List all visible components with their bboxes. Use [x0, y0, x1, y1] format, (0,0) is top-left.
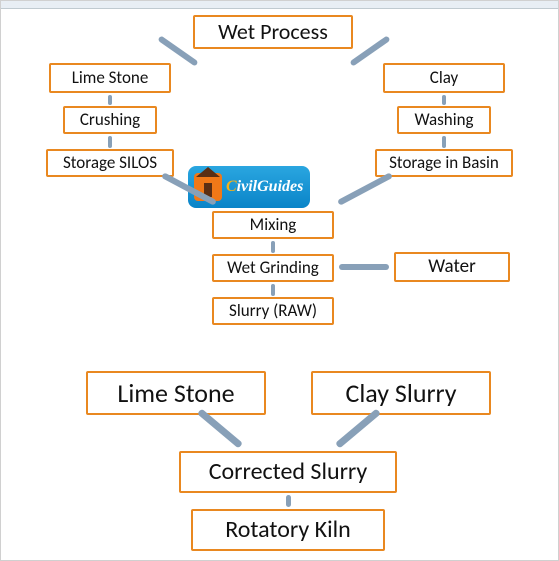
crushing-text: Crushing — [80, 111, 140, 130]
lime-stone-text: Lime Stone — [72, 69, 149, 88]
crushing-box: Crushing — [63, 106, 157, 134]
connector — [442, 95, 446, 105]
washing-text: Washing — [414, 111, 473, 130]
title-text: Wet Process — [218, 20, 328, 44]
mixing-text: Mixing — [250, 216, 297, 235]
connector — [442, 136, 446, 148]
connector — [271, 241, 275, 253]
washing-box: Washing — [397, 106, 491, 134]
rotatory-kiln-box: Rotatory Kiln — [191, 509, 385, 551]
lime-stone-large-text: Lime Stone — [117, 379, 234, 408]
clay-box: Clay — [383, 63, 505, 93]
water-text: Water — [428, 257, 475, 278]
corrected-slurry-text: Corrected Slurry — [209, 459, 368, 485]
water-box: Water — [394, 252, 510, 282]
rotatory-kiln-text: Rotatory Kiln — [225, 517, 351, 543]
clay-slurry-box: Clay Slurry — [311, 371, 491, 415]
connector — [339, 264, 389, 270]
connector — [337, 172, 393, 205]
clay-text: Clay — [430, 69, 459, 88]
wet-grinding-box: Wet Grinding — [212, 254, 334, 282]
lime-stone-box: Lime Stone — [49, 63, 171, 93]
storage-basin-box: Storage in Basin — [375, 149, 513, 177]
logo-text: CivilGuides — [226, 178, 303, 196]
storage-silos-box: Storage SILOS — [46, 149, 174, 177]
connector — [271, 284, 275, 296]
connector — [349, 35, 390, 66]
mixing-box: Mixing — [212, 211, 334, 239]
slurry-raw-box: Slurry (RAW) — [212, 297, 334, 325]
storage-basin-text: Storage in Basin — [389, 154, 499, 173]
title-box: Wet Process — [193, 15, 353, 49]
connector — [108, 95, 112, 105]
storage-silos-text: Storage SILOS — [63, 154, 157, 173]
lime-stone-large-box: Lime Stone — [86, 371, 266, 415]
clay-slurry-text: Clay Slurry — [345, 379, 456, 408]
connector — [286, 495, 291, 507]
slurry-raw-text: Slurry (RAW) — [229, 302, 317, 321]
corrected-slurry-box: Corrected Slurry — [179, 451, 397, 493]
connector — [108, 136, 112, 148]
wet-grinding-text: Wet Grinding — [227, 259, 319, 278]
top-bar — [1, 1, 558, 9]
